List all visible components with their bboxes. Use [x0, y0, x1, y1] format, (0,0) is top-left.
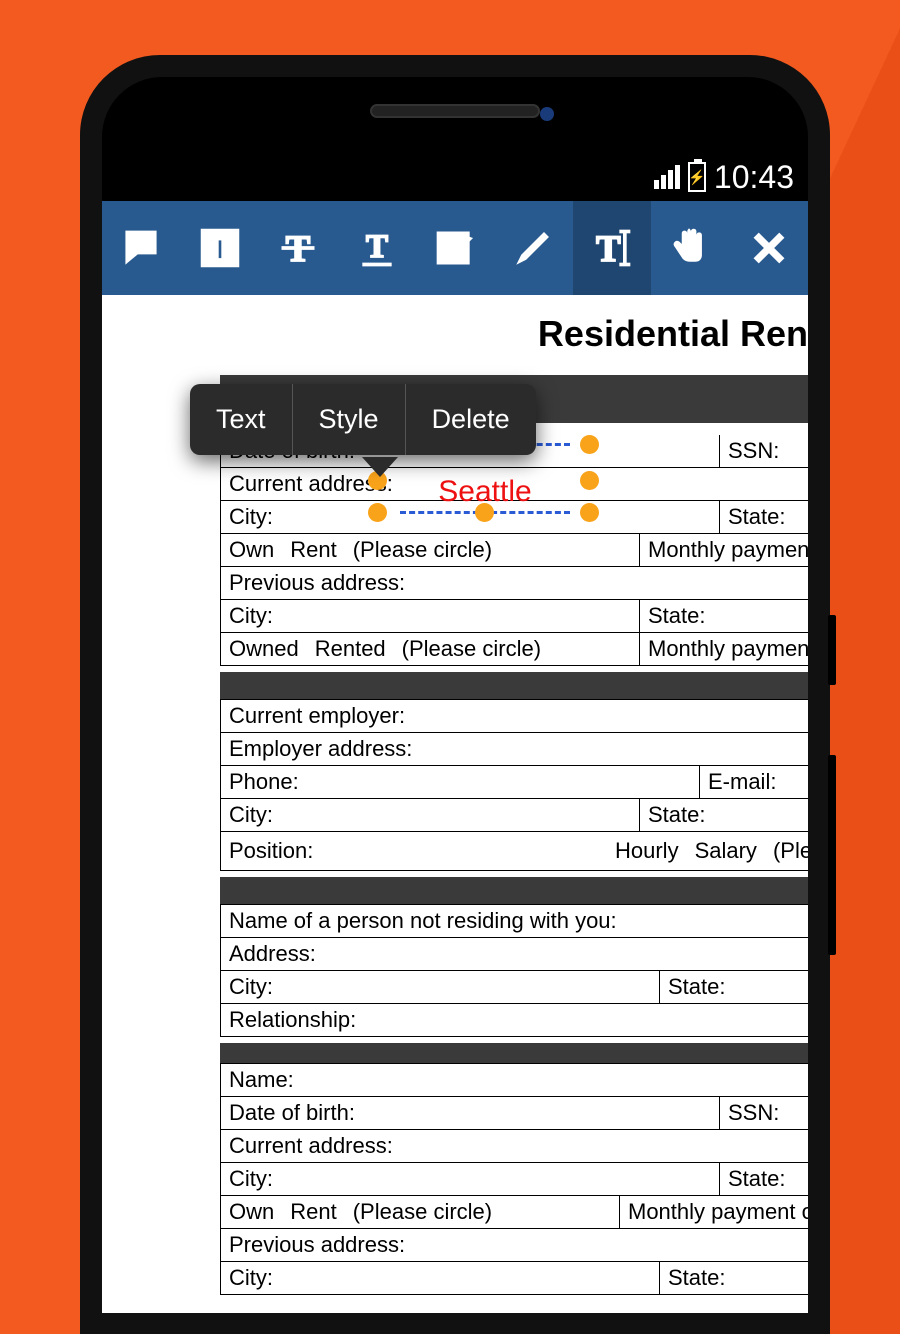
field-label: Own: [221, 534, 282, 566]
field-label: Current address:: [221, 1130, 401, 1162]
field-label: State:: [719, 501, 808, 533]
field-label: (Please circle): [345, 534, 500, 566]
field-label: Monthly payment or rent:: [639, 534, 808, 566]
phone-speaker: [370, 104, 540, 118]
textbox-tool[interactable]: T: [180, 201, 258, 295]
field-label: Previous address:: [221, 567, 413, 599]
phone-side-button: [828, 755, 836, 955]
field-label: Name of a person not residing with you:: [221, 905, 625, 937]
field-label: Relationship:: [221, 1004, 364, 1036]
comment-tool[interactable]: [102, 201, 180, 295]
field-label: Name:: [221, 1064, 302, 1096]
close-button[interactable]: [730, 201, 808, 295]
field-label: State:: [659, 1262, 808, 1294]
field-label: Own: [221, 1196, 282, 1228]
draw-tool[interactable]: [494, 201, 572, 295]
field-label: Salary: [687, 835, 765, 867]
field-label: (Please c: [765, 835, 808, 867]
svg-text:T: T: [210, 234, 230, 266]
phone-frame: ⚡ 10:43 T T T T: [80, 55, 830, 1334]
context-menu-delete[interactable]: Delete: [406, 384, 536, 455]
signal-icon: [654, 165, 680, 189]
resize-handle[interactable]: [580, 435, 599, 454]
underline-tool[interactable]: T: [337, 201, 415, 295]
field-label: City:: [221, 600, 281, 632]
document-viewport[interactable]: Residential Ren Date of birth: SSN: Curr…: [102, 295, 808, 1313]
field-label: Monthly payment or rent:: [639, 633, 808, 665]
field-label: City:: [221, 971, 281, 1003]
toolbar: T T T T: [102, 201, 808, 295]
field-label: Current employer:: [221, 700, 413, 732]
field-label: State:: [719, 1163, 808, 1195]
field-label: City:: [221, 1163, 281, 1195]
field-label: State:: [639, 600, 808, 632]
field-label: E-mail:: [699, 766, 808, 798]
strikethrough-tool[interactable]: T: [259, 201, 337, 295]
field-label: (Please circle): [394, 633, 549, 665]
field-label: Hourly: [607, 835, 687, 867]
field-label: SSN:: [719, 435, 808, 467]
field-label: State:: [639, 799, 808, 831]
field-label: State:: [659, 971, 808, 1003]
context-menu: Text Style Delete: [190, 384, 536, 455]
svg-text:T: T: [366, 229, 388, 265]
status-time: 10:43: [714, 159, 794, 196]
field-label: City:: [221, 799, 281, 831]
field-label: (Please circle): [345, 1196, 500, 1228]
field-label: City:: [221, 501, 281, 533]
phone-screen: ⚡ 10:43 T T T T: [102, 77, 808, 1313]
document-title: Residential Ren: [442, 295, 808, 369]
form-content: Date of birth: SSN: Current address: Cit…: [220, 375, 808, 1295]
field-label: Rent: [282, 1196, 344, 1228]
field-label: Monthly payment or rent:: [619, 1196, 808, 1228]
field-label: SSN:: [719, 1097, 808, 1129]
field-label: Rent: [282, 534, 344, 566]
phone-camera-dot: [540, 107, 554, 121]
pan-tool[interactable]: [651, 201, 729, 295]
phone-side-button: [828, 615, 836, 685]
field-label: Owned: [221, 633, 307, 665]
field-label: Phone:: [221, 766, 307, 798]
field-label: Date of birth:: [221, 1097, 363, 1129]
text-annotation[interactable]: Seattle: [390, 475, 580, 509]
context-menu-style[interactable]: Style: [293, 384, 406, 455]
resize-handle[interactable]: [475, 503, 494, 522]
field-label: Employer address:: [221, 733, 420, 765]
battery-icon: ⚡: [688, 162, 706, 192]
field-label: Rented: [307, 633, 394, 665]
resize-handle[interactable]: [580, 471, 599, 490]
context-menu-text[interactable]: Text: [190, 384, 293, 455]
resize-handle[interactable]: [580, 503, 599, 522]
resize-handle[interactable]: [368, 503, 387, 522]
signature-tool[interactable]: [416, 201, 494, 295]
field-label: Previous address:: [221, 1229, 413, 1261]
field-label: Address:: [221, 938, 324, 970]
field-label: City:: [221, 1262, 281, 1294]
svg-text:T: T: [596, 228, 620, 269]
text-edit-tool[interactable]: T: [573, 201, 651, 295]
context-menu-caret: [362, 457, 398, 477]
field-label: Position:: [221, 835, 321, 867]
status-bar: ⚡ 10:43: [102, 153, 808, 201]
